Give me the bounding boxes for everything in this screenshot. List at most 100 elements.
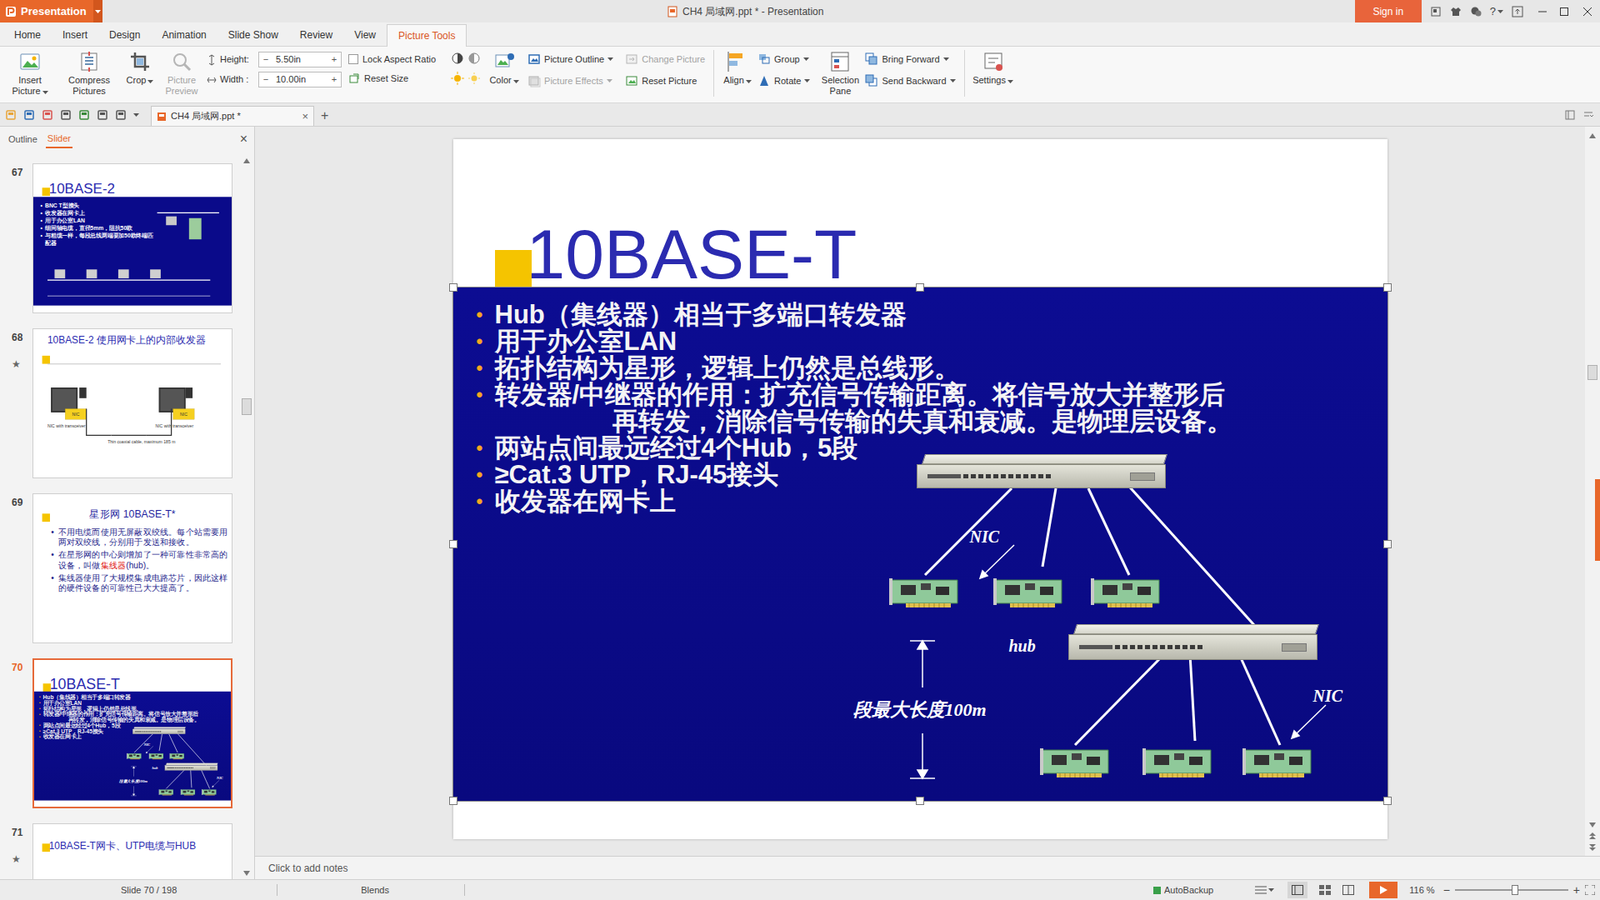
align-icon — [725, 50, 750, 74]
minimize-icon — [1538, 7, 1547, 16]
ribbon-button[interactable]: Crop — [123, 50, 157, 87]
shirt-icon — [1450, 5, 1462, 18]
ribbon-button[interactable]: Color — [487, 50, 521, 87]
spin-box[interactable]: −5.50in+ — [258, 51, 342, 68]
play-icon — [1379, 885, 1388, 895]
ribbon-small-button[interactable]: Picture Effects — [527, 71, 614, 90]
slide-thumbnail[interactable]: 星形网 10BASE-T*•不用电缆而使用无屏蔽双绞线。每个站需要用两对双绞线，… — [32, 493, 233, 644]
ribbon-small-button[interactable]: Rotate — [757, 71, 810, 90]
ribbon-small-button[interactable]: Change Picture — [625, 50, 705, 69]
menu-tab[interactable]: Picture Tools — [386, 24, 467, 47]
slide-thumbnail[interactable]: 10BASE-2 使用网卡上的内部收发器NICNIC with transcei… — [32, 328, 233, 479]
ribbon-button[interactable]: Compress Pictures — [63, 50, 115, 97]
slide-title[interactable]: 10BASE-T — [526, 219, 858, 290]
menu-tab[interactable]: Insert — [51, 23, 99, 46]
resize-handle[interactable] — [1383, 283, 1392, 292]
contrast-less-icon — [467, 51, 481, 65]
slide-title[interactable]: 10BASE-2 — [49, 180, 115, 195]
slide-thumbnail-row[interactable]: 6710BASE-2•BNC T型接头•收发器在网卡上•用于办公室LAN•细同轴… — [0, 163, 240, 314]
nic-label: NIC — [144, 742, 151, 746]
ribbon-small-button[interactable]: Reset Picture — [625, 71, 705, 90]
zoom-level[interactable]: 116 % — [1409, 883, 1435, 898]
spin-box[interactable]: −10.00in+ — [258, 71, 342, 88]
slide-thumbnail-row[interactable]: 68★10BASE-2 使用网卡上的内部收发器NICNIC with trans… — [0, 328, 240, 479]
close-button[interactable] — [1575, 0, 1600, 23]
resize-handle[interactable] — [915, 283, 925, 292]
quick-access-bar: CH4 局域网.ppt *× + — [0, 103, 1600, 127]
play-button[interactable] — [1369, 881, 1398, 899]
editor-scrollbar[interactable] — [1585, 126, 1600, 856]
close-tab-button[interactable]: × — [301, 108, 309, 125]
minimize-button[interactable] — [1531, 0, 1554, 23]
nic-label: NIC — [1313, 687, 1344, 705]
insert-picture-icon — [18, 50, 42, 74]
ribbon-button[interactable]: Settings — [971, 50, 1015, 87]
slide-thumbnail-row[interactable]: 7010BASE-T•Hub（集线器）相当于多端口转发器•用于办公室LAN•拓扑… — [0, 658, 240, 809]
reading-view-icon — [1342, 885, 1355, 895]
slide-picture[interactable]: •Hub（集线器）相当于多端口转发器•用于办公室LAN•拓扑结构为星形，逻辑上仍… — [34, 691, 233, 801]
panel-tab[interactable]: Slider — [45, 130, 73, 149]
close-panel-button[interactable]: × — [240, 129, 248, 150]
zoom-slider[interactable] — [1455, 885, 1569, 895]
menu-tab[interactable]: Animation — [150, 23, 217, 46]
panel-tab[interactable]: Outline — [6, 130, 40, 149]
nic-card-icon — [201, 788, 219, 795]
help-button[interactable]: ? — [1490, 3, 1504, 20]
nic-card — [993, 575, 1070, 609]
menu-tab[interactable]: View — [343, 23, 387, 46]
nic-card — [1242, 745, 1320, 779]
slide-picture: •BNC T型接头•收发器在网卡上•用于办公室LAN•细同轴电缆，直径5mm，阻… — [33, 196, 232, 305]
ribbon-small-button[interactable]: Picture Outline — [527, 50, 614, 69]
window-title: CH4 局域网.ppt * - Presentation — [682, 4, 824, 20]
brightness-less-icon — [467, 71, 481, 85]
autobackup[interactable]: AutoBackup — [1164, 883, 1214, 898]
resize-handle[interactable] — [449, 540, 458, 549]
animation-star: ★ — [11, 851, 21, 867]
fit-window-icon — [1585, 885, 1595, 895]
zoom-in-button[interactable]: + — [1573, 881, 1580, 900]
ribbon-button[interactable]: Selection Pane — [820, 50, 860, 97]
resize-handle[interactable] — [449, 796, 458, 805]
document-tab[interactable]: CH4 局域网.ppt *× — [150, 105, 315, 126]
slide-thumbnail[interactable]: 10BASE-2•BNC T型接头•收发器在网卡上•用于办公室LAN•细同轴电缆… — [32, 163, 233, 314]
slide-picture[interactable]: •Hub（集线器）相当于多端口转发器•用于办公室LAN•拓扑结构为星形，逻辑上仍… — [453, 287, 1388, 801]
title-accent — [42, 187, 50, 196]
new-tab-button[interactable]: + — [320, 109, 329, 123]
ribbon-small-button[interactable]: Send Backward — [865, 71, 955, 90]
dropdown-caret-icon — [1497, 10, 1504, 14]
zoom-out-button[interactable]: − — [1443, 881, 1450, 900]
lock-aspect-ratio-checkbox[interactable]: Lock Aspect Ratio — [348, 52, 436, 67]
maximize-button[interactable] — [1553, 0, 1575, 23]
ribbon-small-button[interactable]: Group — [757, 50, 810, 69]
slide-thumbnail-row[interactable]: 69星形网 10BASE-T*•不用电缆而使用无屏蔽双绞线。每个站需要用两对双绞… — [0, 493, 240, 644]
slide-thumbnail[interactable]: 10BASE-T网卡、UTP电缆与HUB — [32, 823, 233, 880]
app-menu-button[interactable]: Presentation — [0, 0, 103, 23]
panel-scrollbar[interactable] — [239, 151, 255, 880]
resize-handle[interactable] — [1383, 796, 1392, 805]
reset-size-button[interactable]: Reset Size — [348, 71, 436, 86]
menu-tab[interactable]: Review — [289, 23, 344, 46]
bullet-item: •用于办公室LAN — [476, 328, 1233, 355]
ppt-file-icon — [156, 111, 167, 122]
change-picture-icon — [625, 52, 639, 66]
resize-handle[interactable] — [915, 796, 925, 805]
notes-pane[interactable]: Click to add notes — [255, 855, 1600, 880]
ribbon-button[interactable]: Picture Preview — [161, 50, 202, 97]
resize-handle[interactable] — [1383, 540, 1392, 549]
resize-handle[interactable] — [449, 283, 458, 292]
sign-in-button[interactable]: Sign in — [1355, 0, 1422, 23]
network-lines — [34, 691, 233, 801]
menu-tab[interactable]: Slide Show — [217, 23, 290, 46]
nic-card — [126, 752, 144, 760]
settings-icon — [981, 50, 1005, 74]
selection-pane-icon — [828, 50, 852, 74]
slide-thumbnail[interactable]: 10BASE-T•Hub（集线器）相当于多端口转发器•用于办公室LAN•拓扑结构… — [32, 658, 233, 809]
slide-title[interactable]: 10BASE-T — [50, 676, 120, 692]
slide-counter: Slide 70 / 198 — [120, 883, 177, 898]
ribbon-button[interactable]: Align — [722, 50, 753, 87]
ribbon-small-button[interactable]: Bring Forward — [865, 50, 955, 69]
menu-tab[interactable]: Home — [3, 23, 52, 46]
ribbon-button[interactable]: Insert Picture — [6, 50, 54, 98]
menu-tab[interactable]: Design — [98, 23, 151, 46]
slide-thumbnail-row[interactable]: 71★10BASE-T网卡、UTP电缆与HUB — [0, 823, 240, 880]
